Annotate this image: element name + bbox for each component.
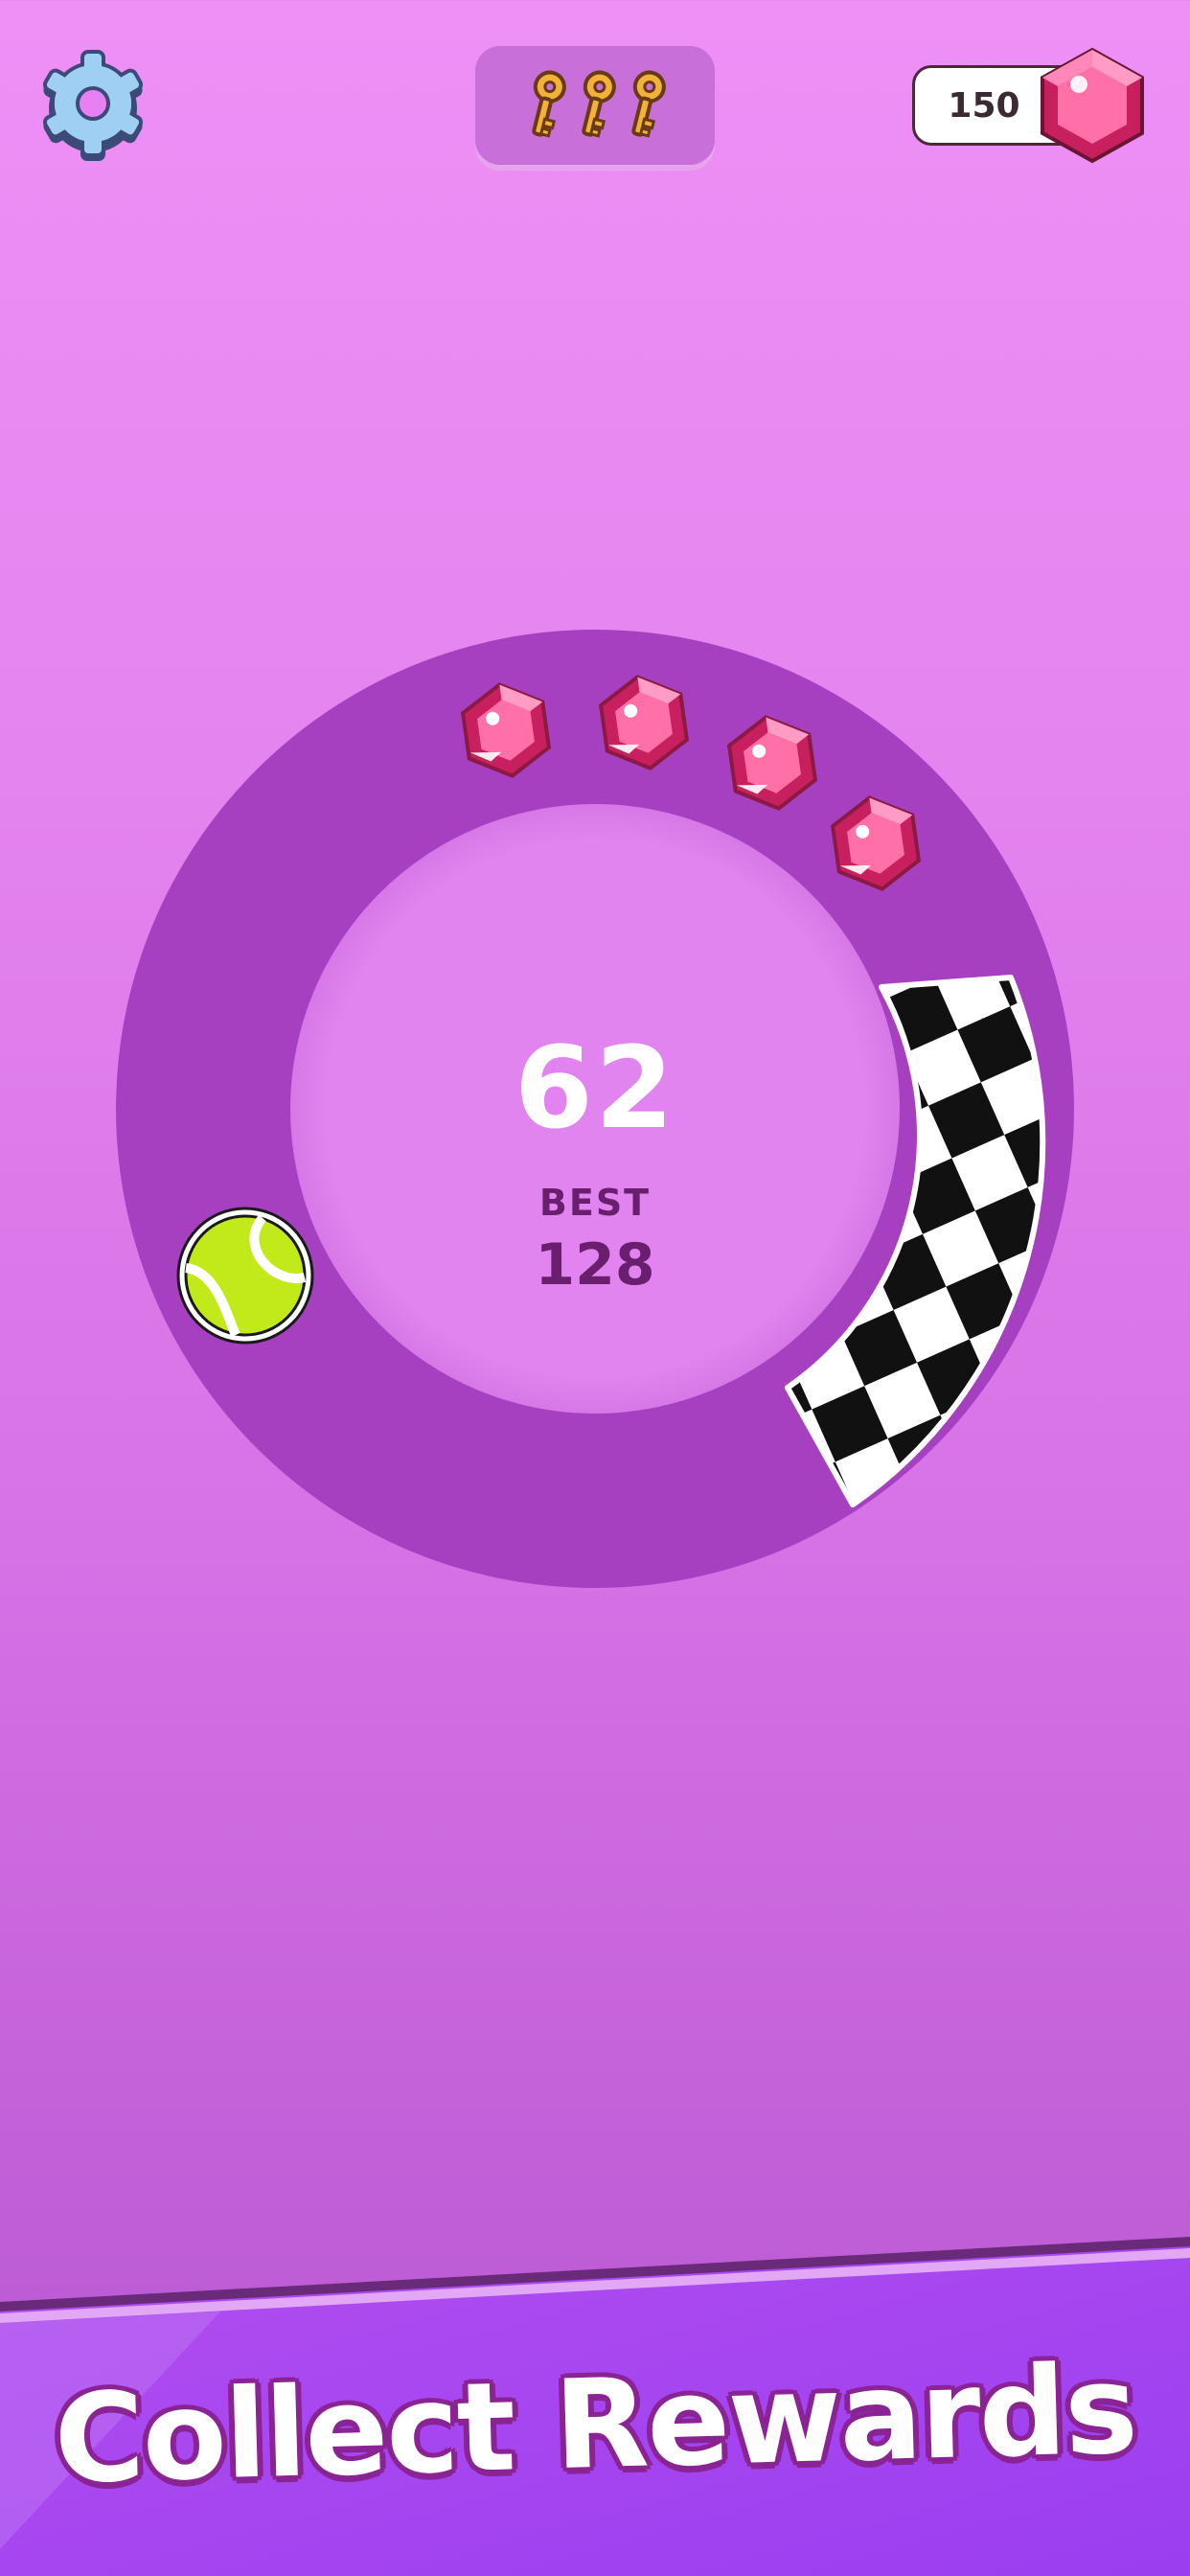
- best-label: BEST: [538, 1182, 652, 1224]
- current-score: 62: [514, 1022, 676, 1154]
- key-icon: [631, 70, 666, 138]
- tennis-ball-icon: [176, 1207, 314, 1345]
- top-hud: 150: [0, 0, 1190, 192]
- gems-counter[interactable]: 150: [912, 44, 1152, 169]
- keys-panel: [475, 46, 715, 165]
- key-icon: [582, 70, 616, 138]
- game-area[interactable]: 62 BEST 128: [0, 575, 1190, 1629]
- best-score: 128: [535, 1231, 655, 1299]
- key-icon: [532, 70, 566, 138]
- pink-gem-icon: [1041, 47, 1144, 164]
- collect-rewards-title: Collect Rewards: [52, 2337, 1138, 2512]
- gear-icon[interactable]: [34, 40, 151, 165]
